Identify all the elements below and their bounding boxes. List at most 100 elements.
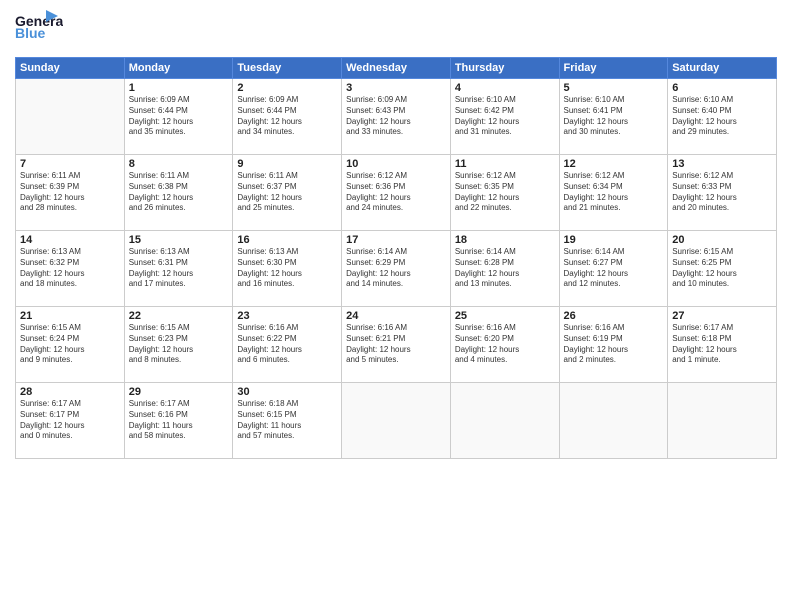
day-number: 14 [20, 234, 120, 246]
calendar-cell [559, 383, 668, 459]
calendar-cell: 9Sunrise: 6:11 AM Sunset: 6:37 PM Daylig… [233, 155, 342, 231]
day-info: Sunrise: 6:14 AM Sunset: 6:29 PM Dayligh… [346, 247, 446, 290]
weekday-header-wednesday: Wednesday [342, 58, 451, 79]
day-info: Sunrise: 6:09 AM Sunset: 6:43 PM Dayligh… [346, 95, 446, 138]
calendar-cell: 12Sunrise: 6:12 AM Sunset: 6:34 PM Dayli… [559, 155, 668, 231]
day-info: Sunrise: 6:11 AM Sunset: 6:37 PM Dayligh… [237, 171, 337, 214]
calendar-cell: 23Sunrise: 6:16 AM Sunset: 6:22 PM Dayli… [233, 307, 342, 383]
day-number: 25 [455, 310, 555, 322]
week-row-4: 21Sunrise: 6:15 AM Sunset: 6:24 PM Dayli… [16, 307, 777, 383]
day-info: Sunrise: 6:17 AM Sunset: 6:17 PM Dayligh… [20, 399, 120, 442]
calendar-cell: 3Sunrise: 6:09 AM Sunset: 6:43 PM Daylig… [342, 79, 451, 155]
day-info: Sunrise: 6:12 AM Sunset: 6:36 PM Dayligh… [346, 171, 446, 214]
calendar-cell: 16Sunrise: 6:13 AM Sunset: 6:30 PM Dayli… [233, 231, 342, 307]
day-number: 1 [129, 82, 229, 94]
week-row-5: 28Sunrise: 6:17 AM Sunset: 6:17 PM Dayli… [16, 383, 777, 459]
day-info: Sunrise: 6:16 AM Sunset: 6:22 PM Dayligh… [237, 323, 337, 366]
calendar-cell: 1Sunrise: 6:09 AM Sunset: 6:44 PM Daylig… [124, 79, 233, 155]
calendar-cell: 25Sunrise: 6:16 AM Sunset: 6:20 PM Dayli… [450, 307, 559, 383]
day-number: 29 [129, 386, 229, 398]
day-info: Sunrise: 6:15 AM Sunset: 6:23 PM Dayligh… [129, 323, 229, 366]
week-row-2: 7Sunrise: 6:11 AM Sunset: 6:39 PM Daylig… [16, 155, 777, 231]
calendar-cell: 20Sunrise: 6:15 AM Sunset: 6:25 PM Dayli… [668, 231, 777, 307]
day-info: Sunrise: 6:13 AM Sunset: 6:31 PM Dayligh… [129, 247, 229, 290]
day-info: Sunrise: 6:16 AM Sunset: 6:21 PM Dayligh… [346, 323, 446, 366]
day-info: Sunrise: 6:11 AM Sunset: 6:39 PM Dayligh… [20, 171, 120, 214]
calendar-table: SundayMondayTuesdayWednesdayThursdayFrid… [15, 57, 777, 459]
header: General Blue [15, 10, 777, 51]
day-number: 10 [346, 158, 446, 170]
calendar-cell: 18Sunrise: 6:14 AM Sunset: 6:28 PM Dayli… [450, 231, 559, 307]
day-info: Sunrise: 6:17 AM Sunset: 6:18 PM Dayligh… [672, 323, 772, 366]
day-info: Sunrise: 6:09 AM Sunset: 6:44 PM Dayligh… [129, 95, 229, 138]
calendar-cell [450, 383, 559, 459]
day-number: 7 [20, 158, 120, 170]
day-number: 22 [129, 310, 229, 322]
day-number: 2 [237, 82, 337, 94]
day-info: Sunrise: 6:13 AM Sunset: 6:30 PM Dayligh… [237, 247, 337, 290]
day-info: Sunrise: 6:10 AM Sunset: 6:42 PM Dayligh… [455, 95, 555, 138]
day-number: 20 [672, 234, 772, 246]
calendar-cell: 8Sunrise: 6:11 AM Sunset: 6:38 PM Daylig… [124, 155, 233, 231]
calendar-cell: 17Sunrise: 6:14 AM Sunset: 6:29 PM Dayli… [342, 231, 451, 307]
day-info: Sunrise: 6:12 AM Sunset: 6:34 PM Dayligh… [564, 171, 664, 214]
day-number: 17 [346, 234, 446, 246]
calendar-cell: 11Sunrise: 6:12 AM Sunset: 6:35 PM Dayli… [450, 155, 559, 231]
calendar-cell: 30Sunrise: 6:18 AM Sunset: 6:15 PM Dayli… [233, 383, 342, 459]
calendar-cell: 13Sunrise: 6:12 AM Sunset: 6:33 PM Dayli… [668, 155, 777, 231]
day-number: 9 [237, 158, 337, 170]
weekday-header-saturday: Saturday [668, 58, 777, 79]
day-number: 8 [129, 158, 229, 170]
day-number: 26 [564, 310, 664, 322]
logo-area: General Blue [15, 10, 63, 51]
calendar-cell: 26Sunrise: 6:16 AM Sunset: 6:19 PM Dayli… [559, 307, 668, 383]
day-number: 30 [237, 386, 337, 398]
calendar-cell: 5Sunrise: 6:10 AM Sunset: 6:41 PM Daylig… [559, 79, 668, 155]
day-info: Sunrise: 6:09 AM Sunset: 6:44 PM Dayligh… [237, 95, 337, 138]
day-info: Sunrise: 6:12 AM Sunset: 6:33 PM Dayligh… [672, 171, 772, 214]
weekday-header-tuesday: Tuesday [233, 58, 342, 79]
calendar-cell: 28Sunrise: 6:17 AM Sunset: 6:17 PM Dayli… [16, 383, 125, 459]
day-info: Sunrise: 6:17 AM Sunset: 6:16 PM Dayligh… [129, 399, 229, 442]
logo-icon: General Blue [15, 10, 63, 46]
day-number: 6 [672, 82, 772, 94]
calendar-cell: 4Sunrise: 6:10 AM Sunset: 6:42 PM Daylig… [450, 79, 559, 155]
calendar-cell: 14Sunrise: 6:13 AM Sunset: 6:32 PM Dayli… [16, 231, 125, 307]
day-number: 4 [455, 82, 555, 94]
calendar-cell [668, 383, 777, 459]
day-number: 24 [346, 310, 446, 322]
day-info: Sunrise: 6:16 AM Sunset: 6:19 PM Dayligh… [564, 323, 664, 366]
day-info: Sunrise: 6:16 AM Sunset: 6:20 PM Dayligh… [455, 323, 555, 366]
day-info: Sunrise: 6:14 AM Sunset: 6:27 PM Dayligh… [564, 247, 664, 290]
logo: General Blue [15, 10, 63, 51]
day-number: 18 [455, 234, 555, 246]
day-number: 21 [20, 310, 120, 322]
calendar-cell: 22Sunrise: 6:15 AM Sunset: 6:23 PM Dayli… [124, 307, 233, 383]
day-info: Sunrise: 6:10 AM Sunset: 6:41 PM Dayligh… [564, 95, 664, 138]
day-info: Sunrise: 6:10 AM Sunset: 6:40 PM Dayligh… [672, 95, 772, 138]
day-number: 16 [237, 234, 337, 246]
day-info: Sunrise: 6:13 AM Sunset: 6:32 PM Dayligh… [20, 247, 120, 290]
calendar-cell: 29Sunrise: 6:17 AM Sunset: 6:16 PM Dayli… [124, 383, 233, 459]
svg-text:Blue: Blue [15, 25, 46, 41]
day-number: 19 [564, 234, 664, 246]
day-number: 3 [346, 82, 446, 94]
weekday-header-thursday: Thursday [450, 58, 559, 79]
calendar-cell: 15Sunrise: 6:13 AM Sunset: 6:31 PM Dayli… [124, 231, 233, 307]
weekday-header-monday: Monday [124, 58, 233, 79]
calendar-cell [16, 79, 125, 155]
week-row-3: 14Sunrise: 6:13 AM Sunset: 6:32 PM Dayli… [16, 231, 777, 307]
day-number: 5 [564, 82, 664, 94]
calendar-cell: 21Sunrise: 6:15 AM Sunset: 6:24 PM Dayli… [16, 307, 125, 383]
calendar-cell: 27Sunrise: 6:17 AM Sunset: 6:18 PM Dayli… [668, 307, 777, 383]
day-info: Sunrise: 6:15 AM Sunset: 6:24 PM Dayligh… [20, 323, 120, 366]
weekday-header-sunday: Sunday [16, 58, 125, 79]
day-info: Sunrise: 6:11 AM Sunset: 6:38 PM Dayligh… [129, 171, 229, 214]
calendar-cell: 6Sunrise: 6:10 AM Sunset: 6:40 PM Daylig… [668, 79, 777, 155]
calendar-cell: 10Sunrise: 6:12 AM Sunset: 6:36 PM Dayli… [342, 155, 451, 231]
day-number: 15 [129, 234, 229, 246]
day-info: Sunrise: 6:15 AM Sunset: 6:25 PM Dayligh… [672, 247, 772, 290]
weekday-header-friday: Friday [559, 58, 668, 79]
day-number: 12 [564, 158, 664, 170]
day-number: 13 [672, 158, 772, 170]
